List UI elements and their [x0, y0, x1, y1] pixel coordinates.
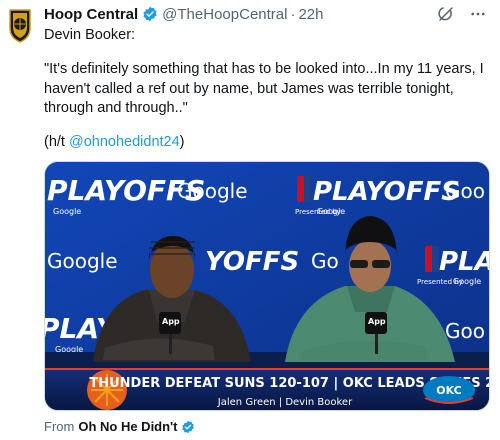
lower-third: THUNDER DEFEAT SUNS 120-107 | OKC LEADS … — [45, 368, 489, 410]
backdrop-google-1: Google — [177, 179, 248, 203]
header-actions — [436, 4, 488, 24]
okc-logo-text: OKC — [436, 384, 461, 397]
post-quote: "It's definitely something that has to b… — [44, 61, 484, 116]
author-name[interactable]: Hoop Central — [44, 6, 138, 23]
hoop-central-logo-icon — [9, 9, 31, 43]
backdrop-playoffs-2: PLAYOFFS — [313, 177, 460, 207]
backdrop-by-google-2: Google — [317, 207, 345, 216]
mic-label-right: App — [368, 317, 386, 326]
verified-badge-icon — [181, 420, 195, 434]
backdrop-google-2: Goo — [445, 179, 485, 203]
verified-badge-icon — [142, 6, 158, 22]
speaker-first: Devin Booker — [44, 27, 132, 43]
time-separator: · — [290, 5, 296, 23]
hat-tip-prefix: (h/t — [44, 134, 69, 150]
post-text-line1: Devin Booker: — [44, 26, 490, 46]
backdrop-by-google-1: Google — [53, 207, 81, 216]
backdrop-playoffs-4: YOFFS — [205, 247, 299, 277]
backdrop-by-google-3: Google — [453, 277, 481, 286]
backdrop-google-5: Goo — [445, 319, 485, 343]
from-label: From — [44, 419, 75, 434]
lower-third-subline: Jalen Green | Devin Booker — [217, 397, 353, 408]
author-handle[interactable]: @TheHoopCentral — [162, 6, 287, 23]
author-avatar[interactable] — [8, 8, 32, 44]
speaker-colon: : — [131, 27, 136, 43]
from-source-name[interactable]: Oh No He Didn't — [78, 419, 177, 434]
backdrop-google-4: Go — [311, 249, 339, 273]
post-media-image[interactable]: PLAYOFFS PLAYOFFS PLAYOF YOFFS PLAY Goog… — [44, 161, 490, 411]
hat-tip-mention[interactable]: @ohnohedidnt24 — [69, 134, 180, 150]
grok-icon[interactable] — [436, 4, 456, 24]
backdrop-playoffs-5: PLAY — [439, 247, 490, 277]
post-time[interactable]: 22h — [298, 6, 323, 23]
post-header: Hoop Central @TheHoopCentral · 22h — [44, 4, 490, 24]
mic-label-left: App — [162, 317, 180, 326]
more-options-icon[interactable] — [468, 4, 488, 24]
from-attribution: From Oh No He Didn't — [44, 419, 199, 434]
hat-tip-suffix: ) — [179, 134, 185, 150]
quoted-speaker-name: Devin Booker — [44, 27, 131, 43]
post-hat-tip: (h/t @ohnohedidnt24) — [44, 134, 185, 150]
backdrop-google-3: Google — [47, 249, 118, 273]
press-conference-image: PLAYOFFS PLAYOFFS PLAYOF YOFFS PLAY Goog… — [45, 162, 490, 410]
